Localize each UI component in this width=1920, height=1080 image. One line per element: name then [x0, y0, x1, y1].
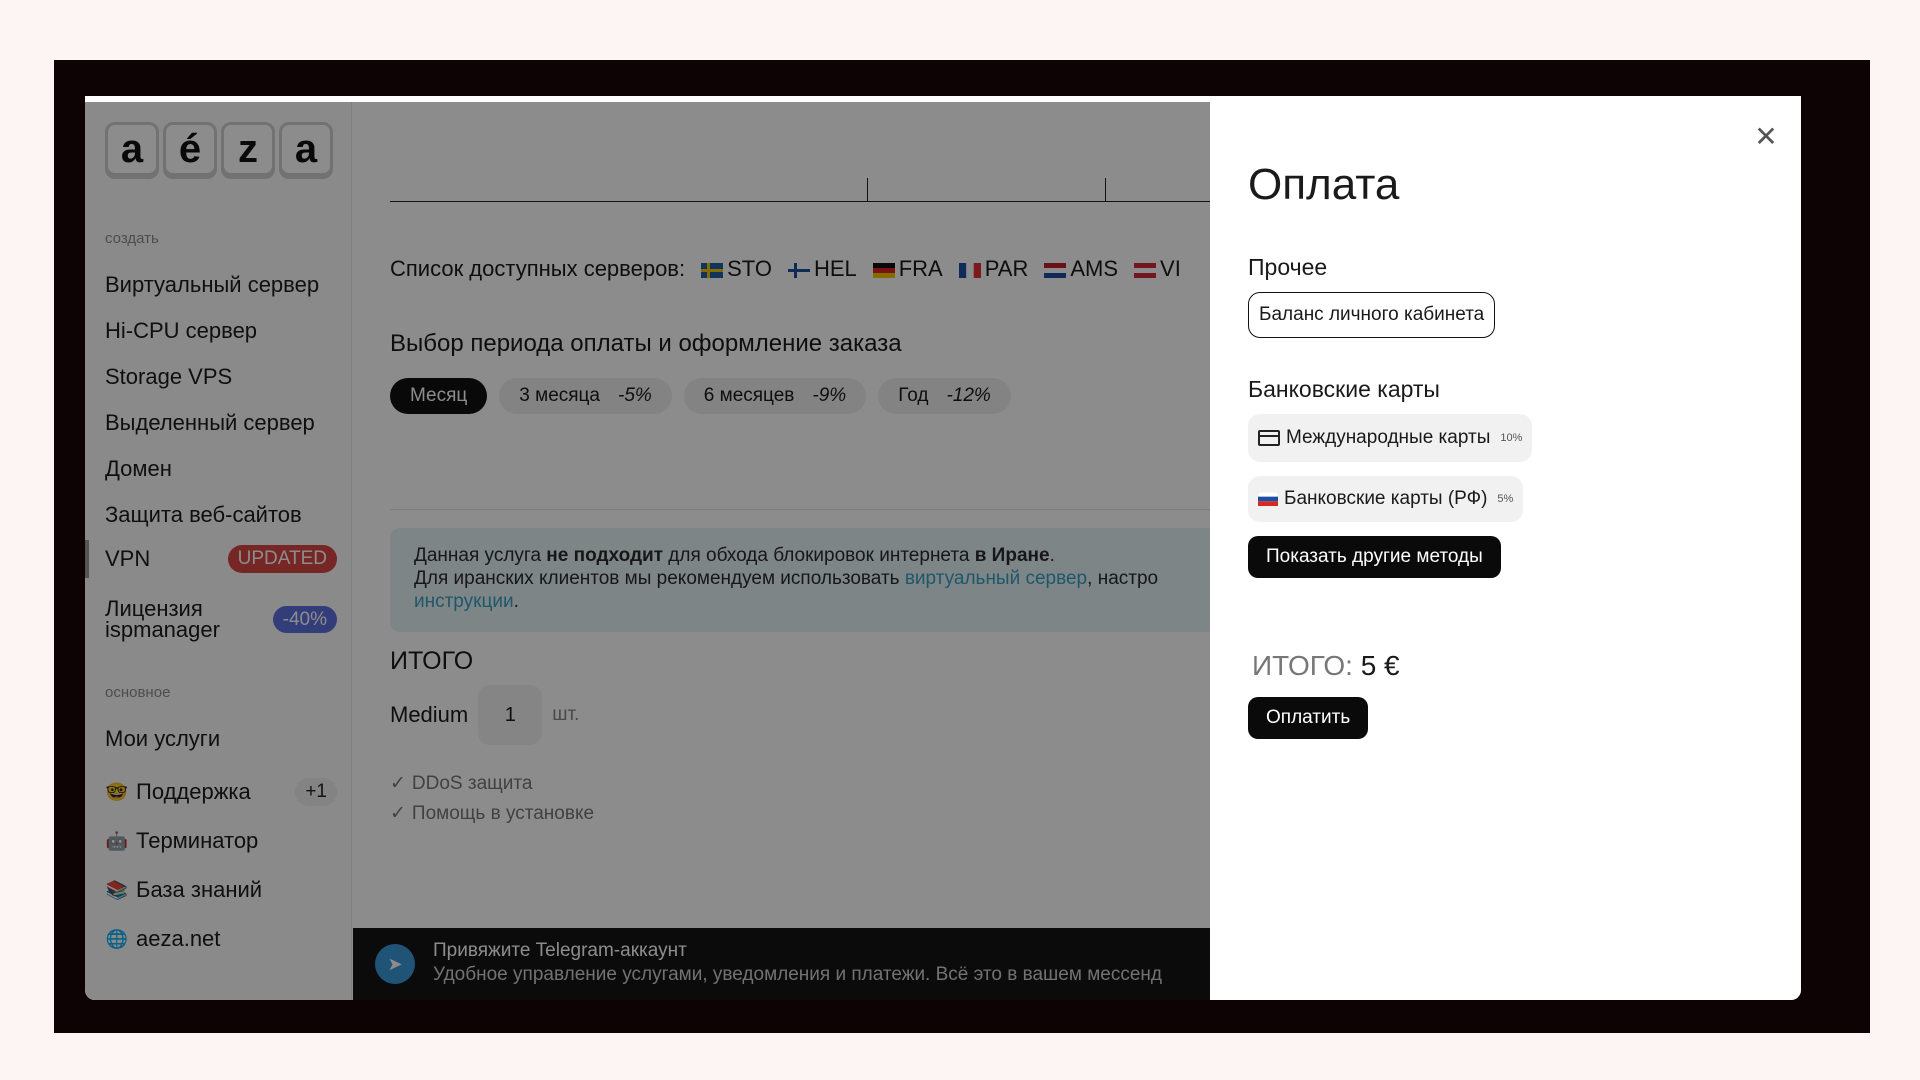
total-value: 5 €: [1360, 650, 1400, 681]
bank-cards-heading: Банковские карты: [1248, 376, 1440, 402]
method-label: Международные карты: [1286, 427, 1491, 448]
pay-button[interactable]: Оплатить: [1248, 697, 1369, 739]
method-fee: 5%: [1497, 493, 1514, 505]
credit-card-icon: [1258, 430, 1280, 446]
payment-title: Оплата: [1248, 160, 1400, 209]
other-methods-heading: Прочее: [1248, 254, 1328, 280]
method-label: Баланс личного кабинета: [1259, 304, 1485, 325]
payment-panel: ✕ Оплата Прочее Баланс личного кабинета …: [1210, 102, 1801, 1000]
show-more-methods-button[interactable]: Показать другие методы: [1248, 536, 1501, 578]
russian-cards-button[interactable]: Банковские карты (РФ) 5%: [1248, 476, 1524, 522]
app-window: a é z a создать Виртуальный сервер Hi-CP…: [85, 102, 1801, 1000]
payment-total: ИТОГО: 5 €: [1252, 650, 1400, 682]
balance-method-button[interactable]: Баланс личного кабинета: [1248, 292, 1496, 338]
international-cards-button[interactable]: Международные карты 10%: [1248, 414, 1533, 462]
total-label: ИТОГО:: [1252, 650, 1353, 681]
close-icon[interactable]: ✕: [1753, 123, 1779, 151]
method-label: Банковские карты (РФ): [1284, 488, 1488, 509]
method-fee: 10%: [1500, 432, 1523, 444]
russia-flag-icon: [1258, 492, 1278, 506]
